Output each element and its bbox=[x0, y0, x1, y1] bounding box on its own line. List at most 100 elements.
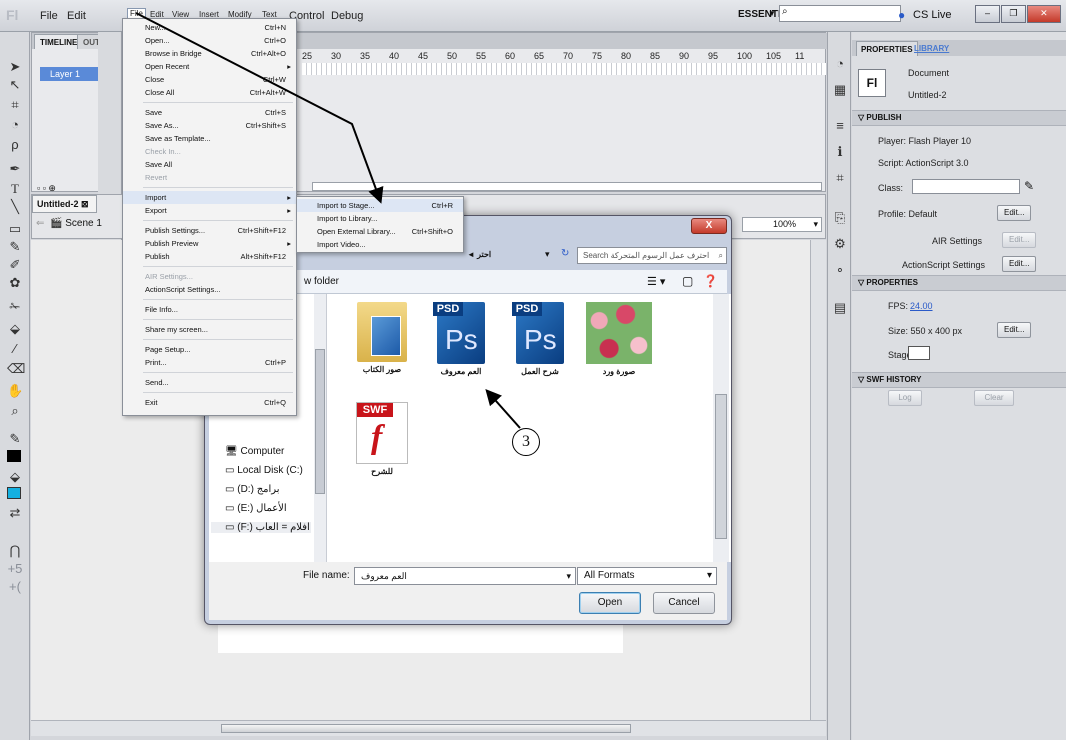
tab-library[interactable]: LIBRARY bbox=[910, 41, 953, 56]
nav-item-drive-f[interactable]: ▭ (F:) افلام = العاب bbox=[211, 522, 311, 533]
zoom-select[interactable]: 100% ▾ bbox=[742, 217, 822, 232]
eyedropper-icon[interactable]: ⁄ bbox=[7, 342, 23, 356]
stage-hscroll[interactable] bbox=[31, 720, 826, 736]
bone-tool-icon[interactable]: ✁ bbox=[7, 300, 23, 314]
pencil-icon[interactable]: ✎ bbox=[7, 240, 23, 254]
menu-item-browse-in-bridge[interactable]: Browse in Bridge Ctrl+Alt+O bbox=[123, 47, 296, 60]
file-type-select[interactable]: All Formats ▾ bbox=[577, 567, 717, 585]
cancel-button[interactable]: Cancel bbox=[653, 592, 715, 614]
menu-edit[interactable]: Edit bbox=[67, 10, 86, 22]
scene-label[interactable]: 🎬 Scene 1 bbox=[50, 218, 102, 229]
file-item-swf[interactable]: SWF f للشرح bbox=[345, 402, 419, 476]
chevron-down-icon[interactable]: ▾ bbox=[566, 568, 571, 584]
class-input[interactable] bbox=[912, 179, 1020, 194]
menu-item-publish-preview[interactable]: Publish Preview ▸ bbox=[123, 237, 296, 250]
file-item-psd-2[interactable]: PSD Ps شرح العمل bbox=[503, 302, 577, 376]
frame-grid[interactable] bbox=[302, 63, 827, 75]
stroke-swatch[interactable] bbox=[7, 450, 21, 462]
menu-item-publish[interactable]: Publish Alt+Shift+F12 bbox=[123, 250, 296, 263]
menu-item-open-recent[interactable]: Open Recent ▸ bbox=[123, 60, 296, 73]
scroll-thumb[interactable] bbox=[221, 724, 631, 733]
layer-buttons-icon[interactable]: ▫ ▫ ⊕ bbox=[37, 183, 56, 194]
straighten-icon[interactable]: +( bbox=[7, 580, 23, 594]
deco-icon[interactable]: ✿ bbox=[7, 276, 23, 290]
minimize-button[interactable]: – bbox=[975, 5, 1000, 23]
file-item-psd-1[interactable]: PSD Ps العم معروف bbox=[424, 302, 498, 376]
components-icon[interactable]: ⚙ bbox=[832, 236, 848, 252]
preview-pane-icon[interactable]: ▢ bbox=[682, 274, 693, 288]
maximize-button[interactable]: ❐ bbox=[1000, 5, 1026, 23]
tab-timeline[interactable]: TIMELINE bbox=[34, 34, 84, 49]
nav-item-drive-d[interactable]: ▭ (D:) برامج bbox=[225, 484, 280, 495]
rectangle-tool-icon[interactable]: ▭ bbox=[7, 222, 23, 236]
view-options-icon[interactable]: ☰ ▾ bbox=[647, 275, 665, 288]
menu-item-publish-settings[interactable]: Publish Settings... Ctrl+Shift+F12 bbox=[123, 224, 296, 237]
movie-explorer-icon[interactable]: ▤ bbox=[832, 300, 848, 316]
menu-item-save-as[interactable]: Save As... Ctrl+Shift+S bbox=[123, 119, 296, 132]
chevron-down-icon[interactable]: ▾ bbox=[545, 249, 550, 260]
scroll-thumb[interactable] bbox=[715, 394, 727, 539]
menu-item-export[interactable]: Export ▸ bbox=[123, 204, 296, 217]
close-icon[interactable]: ⊠ bbox=[81, 199, 89, 209]
open-button[interactable]: Open bbox=[579, 592, 641, 614]
swap-colors-icon[interactable]: ⇄ bbox=[7, 506, 23, 520]
menu-item-save-as-template[interactable]: Save as Template... bbox=[123, 132, 296, 145]
log-button[interactable]: Log bbox=[888, 390, 922, 406]
size-edit-button[interactable]: Edit... bbox=[997, 322, 1032, 338]
menu-item-save[interactable]: Save Ctrl+S bbox=[123, 106, 296, 119]
fill-swatch[interactable] bbox=[7, 487, 21, 499]
air-edit-button[interactable]: Edit... bbox=[1002, 232, 1037, 248]
submenu-item-import-to-library[interactable]: Import to Library... bbox=[297, 212, 463, 225]
align-icon[interactable]: ≡ bbox=[832, 118, 848, 133]
submenu-item-import-video[interactable]: Import Video... bbox=[297, 238, 463, 251]
code-snippets-icon[interactable]: ⎘ bbox=[832, 210, 848, 226]
document-tab[interactable]: Untitled-2 ⊠ bbox=[32, 195, 97, 213]
stroke-color-icon[interactable]: ✎ bbox=[7, 432, 23, 446]
address-crumb[interactable]: ◄ احتر bbox=[467, 250, 491, 259]
swatches-icon[interactable]: ▦ bbox=[832, 82, 848, 98]
brush-icon[interactable]: ✐ bbox=[7, 258, 23, 272]
snap-magnet-icon[interactable]: ⋂ bbox=[7, 544, 23, 558]
motion-presets-icon[interactable]: ∘ bbox=[832, 262, 848, 278]
eraser-icon[interactable]: ⌫ bbox=[7, 362, 25, 376]
menu-item-print[interactable]: Print... Ctrl+P bbox=[123, 356, 296, 369]
color-panel-icon[interactable]: ◔ bbox=[832, 56, 848, 71]
back-arrow-icon[interactable]: ⇐ bbox=[36, 218, 44, 229]
fps-value[interactable]: 24.00 bbox=[910, 301, 933, 311]
menu-item-import[interactable]: Import ▸ bbox=[123, 191, 296, 204]
dialog-close-button[interactable]: X bbox=[691, 218, 727, 234]
clear-button[interactable]: Clear bbox=[974, 390, 1014, 406]
menu-item-page-setup[interactable]: Page Setup... bbox=[123, 343, 296, 356]
stage-color-swatch[interactable] bbox=[908, 346, 930, 360]
profile-edit-button[interactable]: Edit... bbox=[997, 205, 1032, 221]
stage-vscroll[interactable] bbox=[810, 240, 826, 720]
chevron-down-icon[interactable]: ▼ bbox=[768, 9, 776, 18]
menu-item-file-info[interactable]: File Info... bbox=[123, 303, 296, 316]
hand-tool-icon[interactable]: ✋ bbox=[7, 384, 23, 398]
text-tool-icon[interactable]: T bbox=[7, 182, 23, 196]
smooth-icon[interactable]: +5 bbox=[7, 562, 23, 576]
as-edit-button[interactable]: Edit... bbox=[1002, 256, 1037, 272]
subselection-tool-icon[interactable]: ↖ bbox=[7, 78, 23, 92]
file-list-scrollbar[interactable] bbox=[713, 294, 729, 562]
submenu-item-open-external-library[interactable]: Open External Library... Ctrl+Shift+O bbox=[297, 225, 463, 238]
nav-item-drive-e[interactable]: ▭ (E:) الأعمال bbox=[225, 503, 287, 514]
nav-scrollbar[interactable] bbox=[314, 294, 326, 562]
zoom-tool-icon[interactable]: ⌕ bbox=[7, 404, 23, 418]
dialog-search-input[interactable]: Search احترف عمل الرسوم المتحركة ⌕ bbox=[577, 247, 727, 264]
file-item-image[interactable]: صورة ورد bbox=[582, 302, 656, 376]
properties-section-header[interactable]: ▽ PROPERTIES bbox=[852, 275, 1066, 291]
pencil-icon[interactable]: ✎ bbox=[1024, 179, 1034, 193]
tab-properties[interactable]: PROPERTIES bbox=[856, 41, 918, 56]
menu-item-new[interactable]: New... Ctrl+N bbox=[123, 21, 296, 34]
layer-row[interactable]: Layer 1 bbox=[40, 67, 100, 81]
timeline-scrollbar[interactable] bbox=[312, 182, 822, 191]
menu-item-revert[interactable]: Revert bbox=[123, 171, 296, 184]
help-icon[interactable]: ❓ bbox=[703, 274, 718, 288]
selection-tool-icon[interactable]: ➤ bbox=[7, 60, 23, 74]
publish-section-header[interactable]: ▽ PUBLISH bbox=[852, 110, 1066, 126]
new-folder-button[interactable]: w folder bbox=[304, 276, 339, 287]
menu-item-open[interactable]: Open... Ctrl+O bbox=[123, 34, 296, 47]
menu-item-save-all[interactable]: Save All bbox=[123, 158, 296, 171]
pen-icon[interactable]: ✒ bbox=[7, 162, 23, 176]
